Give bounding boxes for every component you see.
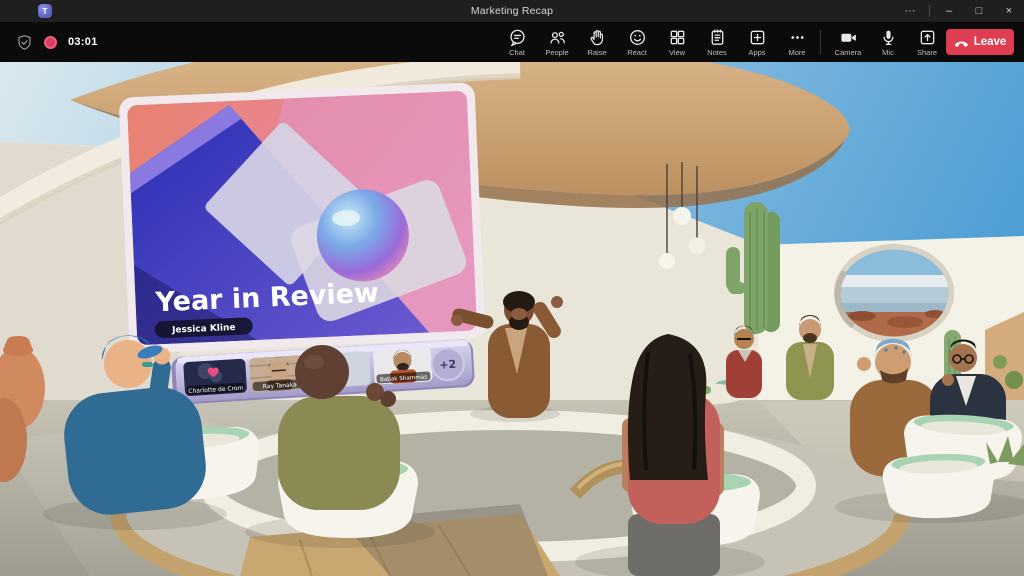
raised-hand-icon: [588, 28, 607, 47]
raise-label: Raise: [587, 48, 606, 57]
camera-label: Camera: [835, 48, 862, 57]
mic-button[interactable]: Mic: [870, 22, 906, 62]
notes-button[interactable]: Notes: [697, 22, 737, 62]
window-title: Marketing Recap: [0, 5, 1024, 17]
share-arrow-icon: [918, 28, 937, 47]
hangup-phone-icon: [954, 35, 969, 50]
apps-button[interactable]: Apps: [737, 22, 777, 62]
window-more-button[interactable]: ···: [895, 0, 925, 22]
leave-label: Leave: [974, 36, 1007, 48]
react-button[interactable]: React: [617, 22, 657, 62]
view-button[interactable]: View: [657, 22, 697, 62]
raise-hand-button[interactable]: Raise: [577, 22, 617, 62]
notes-label: Notes: [707, 48, 727, 57]
porthole-window: [834, 244, 954, 342]
chat-button[interactable]: Chat: [497, 22, 537, 62]
view-label: View: [669, 48, 685, 57]
toolbar-divider: [820, 30, 821, 54]
teams-logo-icon: T: [38, 4, 52, 18]
presentation-screen[interactable]: Year in Review Jessica Kline: [119, 82, 486, 353]
more-label: More: [788, 48, 805, 57]
smiley-icon: [628, 28, 647, 47]
share-label: Share: [917, 48, 937, 57]
camera-button[interactable]: Camera: [826, 22, 870, 62]
camera-icon: [839, 28, 858, 47]
meeting-timer: 03:01: [68, 36, 98, 48]
people-button[interactable]: People: [537, 22, 577, 62]
apps-label: Apps: [748, 48, 765, 57]
share-button[interactable]: Share: [906, 22, 948, 62]
overflow-count: +2: [439, 358, 457, 372]
grid-view-icon: [668, 28, 687, 47]
titlebar: T Marketing Recap ··· – □ ×: [0, 0, 1024, 22]
participant-tile[interactable]: Babak Shammas: [373, 347, 433, 384]
immersive-3d-viewport[interactable]: Year in Review Jessica Kline Charlotte d…: [0, 62, 1024, 576]
shield-check-icon: [16, 34, 33, 51]
people-label: People: [545, 48, 568, 57]
meeting-toolbar: 03:01 Chat People Raise React View: [0, 22, 1024, 62]
titlebar-divider: [929, 5, 930, 17]
recording-indicator-icon[interactable]: [44, 36, 57, 49]
maximize-button[interactable]: □: [964, 0, 994, 22]
chair[interactable]: [882, 452, 996, 520]
ellipsis-icon: [788, 28, 807, 47]
close-button[interactable]: ×: [994, 0, 1024, 22]
overflow-badge[interactable]: +2: [431, 347, 465, 381]
participant-tile[interactable]: Charlotte de Crom: [183, 359, 247, 397]
mic-label: Mic: [882, 48, 894, 57]
minimize-button[interactable]: –: [934, 0, 964, 22]
react-label: React: [627, 48, 647, 57]
people-icon: [548, 28, 567, 47]
teams-meeting-window: T Marketing Recap ··· – □ × 03:01 Chat: [0, 0, 1024, 576]
chat-label: Chat: [509, 48, 525, 57]
apps-plus-icon: [748, 28, 767, 47]
more-button[interactable]: More: [777, 22, 817, 62]
leave-button[interactable]: Leave: [946, 29, 1014, 55]
microphone-icon: [879, 28, 898, 47]
chat-bubble-icon: [508, 28, 527, 47]
notes-icon: [708, 28, 727, 47]
